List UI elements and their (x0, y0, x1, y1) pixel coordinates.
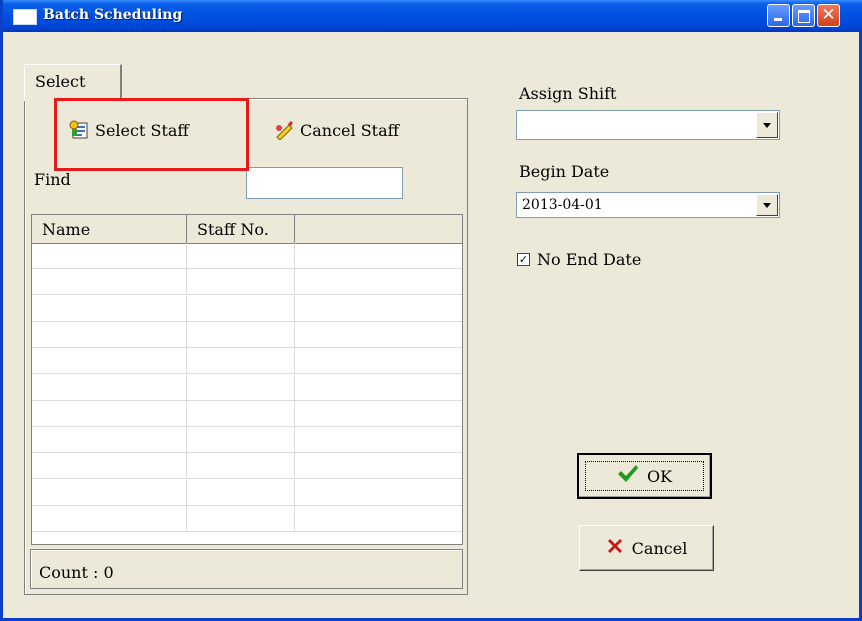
cancel-label: Cancel (631, 538, 688, 558)
cancel-button[interactable]: Cancel (579, 525, 714, 571)
close-button[interactable]: ✕ (817, 4, 840, 27)
table-cell (32, 243, 187, 269)
table-row[interactable] (32, 374, 462, 401)
table-cell (187, 506, 295, 532)
column-header-name[interactable]: Name (32, 215, 187, 243)
x-icon (606, 537, 624, 559)
cancel-staff-icon (274, 120, 294, 141)
table-row[interactable] (32, 506, 462, 532)
maximize-button[interactable] (792, 4, 815, 27)
table-cell (187, 400, 295, 427)
table-cell (32, 506, 187, 532)
table-cell (32, 269, 187, 296)
count-status: Count : 0 (30, 549, 463, 589)
table-cell (32, 348, 187, 375)
table-row[interactable] (32, 479, 462, 506)
window-icon (13, 9, 37, 25)
assign-shift-combo[interactable] (516, 110, 780, 140)
no-end-date-label[interactable]: No End Date (537, 250, 641, 269)
minimize-button[interactable] (767, 4, 790, 27)
chevron-down-icon (763, 203, 771, 208)
column-header-staff-no[interactable]: Staff No. (187, 215, 295, 243)
find-label: Find (34, 170, 71, 189)
count-text: Count : 0 (39, 563, 114, 582)
cancel-staff-button[interactable]: Cancel Staff (274, 116, 399, 144)
focus-rect (585, 461, 704, 491)
table-cell (32, 453, 187, 480)
table-cell (32, 479, 187, 506)
highlight-box (54, 98, 249, 171)
cancel-staff-label: Cancel Staff (300, 120, 400, 140)
assign-shift-label: Assign Shift (519, 84, 617, 103)
begin-date-label: Begin Date (519, 162, 610, 181)
begin-date-dropdown-button[interactable] (756, 194, 778, 216)
table-cell (187, 321, 295, 348)
table-cell (187, 453, 295, 480)
table-cell (32, 374, 187, 401)
assign-shift-dropdown-button[interactable] (756, 112, 778, 138)
table-cell (32, 427, 187, 454)
window-title: Batch Scheduling (43, 7, 183, 23)
title-bar[interactable]: Batch Scheduling ✕ (3, 0, 862, 32)
table-row[interactable] (32, 427, 462, 454)
tab-select-label: Select (35, 72, 86, 91)
batch-scheduling-window: Batch Scheduling ✕ Select Select Staff C… (0, 0, 862, 621)
table-cell (32, 295, 187, 322)
table-row[interactable] (32, 243, 462, 269)
ok-button[interactable]: OK (577, 453, 712, 499)
table-row[interactable] (32, 321, 462, 348)
table-cell (187, 374, 295, 401)
tab-select[interactable]: Select (24, 64, 122, 101)
staff-grid[interactable]: Name Staff No. (31, 214, 463, 545)
table-cell (187, 479, 295, 506)
table-row[interactable] (32, 295, 462, 322)
find-input[interactable] (246, 167, 403, 199)
begin-date-combo[interactable]: 2013-04-01 (516, 192, 780, 218)
begin-date-value: 2013-04-01 (522, 197, 603, 213)
table-cell (32, 400, 187, 427)
table-cell (32, 321, 187, 348)
table-row[interactable] (32, 453, 462, 480)
table-row[interactable] (32, 400, 462, 427)
table-cell (187, 348, 295, 375)
table-cell (187, 427, 295, 454)
grid-header: Name Staff No. (32, 215, 462, 244)
table-row[interactable] (32, 348, 462, 375)
table-cell (187, 243, 295, 269)
column-header-blank (295, 215, 462, 243)
check-icon: ✓ (518, 253, 529, 266)
close-icon: ✕ (821, 5, 836, 25)
table-row[interactable] (32, 269, 462, 296)
chevron-down-icon (763, 123, 771, 128)
maximize-icon (798, 10, 810, 23)
table-cell (187, 269, 295, 296)
no-end-date-checkbox[interactable]: ✓ (517, 253, 530, 266)
table-cell (187, 295, 295, 322)
minimize-icon (774, 18, 782, 21)
